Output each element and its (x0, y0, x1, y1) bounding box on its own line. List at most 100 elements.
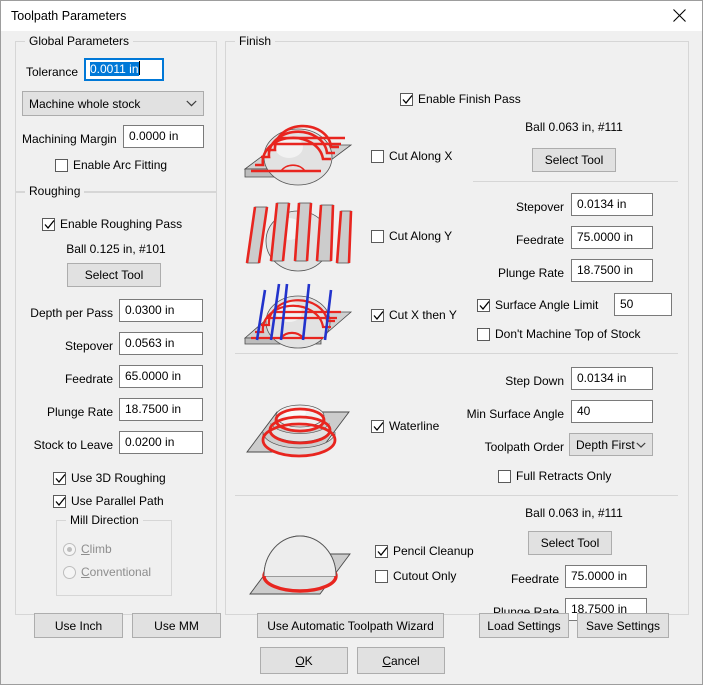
use-mm-label: Use MM (154, 618, 199, 633)
accel-char: C (382, 653, 391, 668)
pencil-feedrate-input[interactable]: 75.0000 in (565, 565, 647, 588)
check-icon (479, 300, 490, 310)
roughing-stepover-value: 0.0563 in (125, 336, 175, 350)
cut-along-x-label: Cut Along X (389, 149, 453, 163)
surface-angle-limit-label: Surface Angle Limit (495, 298, 599, 312)
checkbox-box (498, 469, 511, 483)
check-icon (55, 496, 66, 506)
text-caret (138, 61, 140, 75)
finish-separator-2 (235, 353, 678, 354)
stock-to-leave-value: 0.0200 in (125, 435, 175, 449)
dont-machine-top-label: Don't Machine Top of Stock (495, 327, 641, 341)
tolerance-input[interactable]: 0.0011 in (84, 58, 164, 81)
check-icon (377, 546, 388, 556)
save-settings-button[interactable]: Save Settings (577, 613, 669, 638)
finish-stepover-input[interactable]: 0.0134 in (571, 193, 653, 216)
roughing-stepover-input[interactable]: 0.0563 in (119, 332, 203, 355)
mill-direction-climb-radio[interactable]: Climb (63, 542, 112, 556)
cancel-label: Cancel (382, 654, 419, 668)
finish-select-tool-button[interactable]: Select Tool (532, 148, 616, 172)
cut-along-y-checkbox[interactable]: Cut Along Y (371, 229, 452, 243)
enable-finish-pass-checkbox[interactable]: Enable Finish Pass (400, 92, 521, 106)
checkbox-box (53, 471, 66, 485)
load-settings-button[interactable]: Load Settings (479, 613, 569, 638)
enable-arc-fitting-checkbox[interactable]: Enable Arc Fitting (55, 158, 167, 172)
dont-machine-top-checkbox[interactable]: Don't Machine Top of Stock (477, 327, 640, 341)
close-button[interactable] (656, 1, 702, 30)
accel-char: C (81, 565, 90, 579)
checkbox-box (371, 308, 384, 322)
finish-plunge-rate-value: 18.7500 in (577, 263, 634, 277)
waterline-label: Waterline (389, 419, 440, 433)
toolpath-order-value: Depth First (576, 437, 635, 452)
enable-arc-fitting-label: Enable Arc Fitting (73, 158, 168, 172)
checkbox-box (477, 298, 490, 312)
use-inch-label: Use Inch (54, 618, 103, 633)
use-mm-button[interactable]: Use MM (132, 613, 221, 638)
roughing-plunge-rate-input[interactable]: 18.7500 in (119, 398, 203, 421)
close-icon (672, 9, 686, 22)
finish-plunge-rate-input[interactable]: 18.7500 in (571, 259, 653, 282)
wizard-label: Use Automatic Toolpath Wizard (267, 618, 434, 633)
finish-separator-3 (235, 495, 678, 496)
step-down-input[interactable]: 0.0134 in (571, 367, 653, 390)
mill-direction-conventional-radio[interactable]: Conventional (63, 565, 151, 579)
machining-margin-value: 0.0000 in (129, 129, 179, 143)
ok-label: OK (295, 654, 312, 668)
pencil-select-tool-label: Select Tool (540, 536, 600, 550)
finish-feedrate-value: 75.0000 in (577, 230, 634, 244)
use-automatic-toolpath-wizard-button[interactable]: Use Automatic Toolpath Wizard (257, 613, 444, 638)
ok-button[interactable]: OK (260, 647, 348, 674)
radio-dot (67, 546, 72, 552)
use-parallel-path-checkbox[interactable]: Use Parallel Path (53, 494, 164, 508)
cut-along-x-checkbox[interactable]: Cut Along X (371, 149, 452, 163)
stock-to-leave-input[interactable]: 0.0200 in (119, 431, 203, 454)
check-icon (402, 94, 413, 104)
finish-separator-1 (473, 181, 678, 182)
cut-x-then-y-checkbox[interactable]: Cut X then Y (371, 308, 457, 322)
enable-finish-pass-label: Enable Finish Pass (418, 92, 521, 106)
surface-angle-limit-checkbox[interactable]: Surface Angle Limit (477, 298, 598, 312)
cut-x-then-y-label: Cut X then Y (389, 308, 457, 322)
cut-along-y-preview (237, 201, 359, 281)
depth-per-pass-input[interactable]: 0.0300 in (119, 299, 203, 322)
min-surface-angle-input[interactable]: 40 (571, 400, 653, 423)
roughing-select-tool-label: Select Tool (84, 268, 144, 282)
use-3d-roughing-checkbox[interactable]: Use 3D Roughing (53, 471, 166, 485)
surface-angle-limit-input[interactable]: 50 (614, 293, 672, 316)
stock-mode-combo[interactable]: Machine whole stock (22, 91, 204, 116)
finish-select-tool-label: Select Tool (544, 153, 604, 167)
mill-direction-group: Mill Direction (56, 513, 172, 596)
roughing-select-tool-button[interactable]: Select Tool (67, 263, 161, 287)
toolpath-order-combo[interactable]: Depth First (569, 433, 653, 456)
machining-margin-input[interactable]: 0.0000 in (123, 125, 204, 148)
stock-mode-combo-value: Machine whole stock (29, 96, 141, 111)
pencil-cleanup-checkbox[interactable]: Pencil Cleanup (375, 544, 474, 558)
conventional-label-rest: onventional (89, 565, 152, 579)
cancel-label-rest: ancel (390, 653, 420, 668)
mill-direction-climb-label: Climb (81, 542, 112, 556)
pencil-select-tool-button[interactable]: Select Tool (528, 531, 612, 555)
pencil-cleanup-preview (244, 524, 359, 612)
cancel-button[interactable]: Cancel (357, 647, 445, 674)
tolerance-label: Tolerance (26, 65, 79, 79)
checkbox-box (371, 419, 384, 433)
toolpath-order-label: Toolpath Order (484, 440, 564, 454)
check-icon (373, 421, 384, 431)
roughing-feedrate-input[interactable]: 65.0000 in (119, 365, 203, 388)
use-inch-button[interactable]: Use Inch (34, 613, 123, 638)
surface-angle-limit-value: 50 (620, 297, 634, 311)
checkbox-box (375, 544, 388, 558)
accel-char: O (295, 653, 305, 668)
full-retracts-only-checkbox[interactable]: Full Retracts Only (498, 469, 611, 483)
checkbox-box (375, 569, 388, 583)
step-down-label: Step Down (505, 374, 564, 388)
radio-circle (63, 542, 76, 556)
title-bar: Toolpath Parameters (1, 1, 702, 31)
machining-margin-label: Machining Margin (22, 132, 117, 146)
finish-feedrate-input[interactable]: 75.0000 in (571, 226, 653, 249)
checkbox-box (477, 327, 490, 341)
check-icon (44, 219, 55, 229)
enable-roughing-pass-checkbox[interactable]: Enable Roughing Pass (42, 217, 182, 231)
waterline-checkbox[interactable]: Waterline (371, 419, 439, 433)
